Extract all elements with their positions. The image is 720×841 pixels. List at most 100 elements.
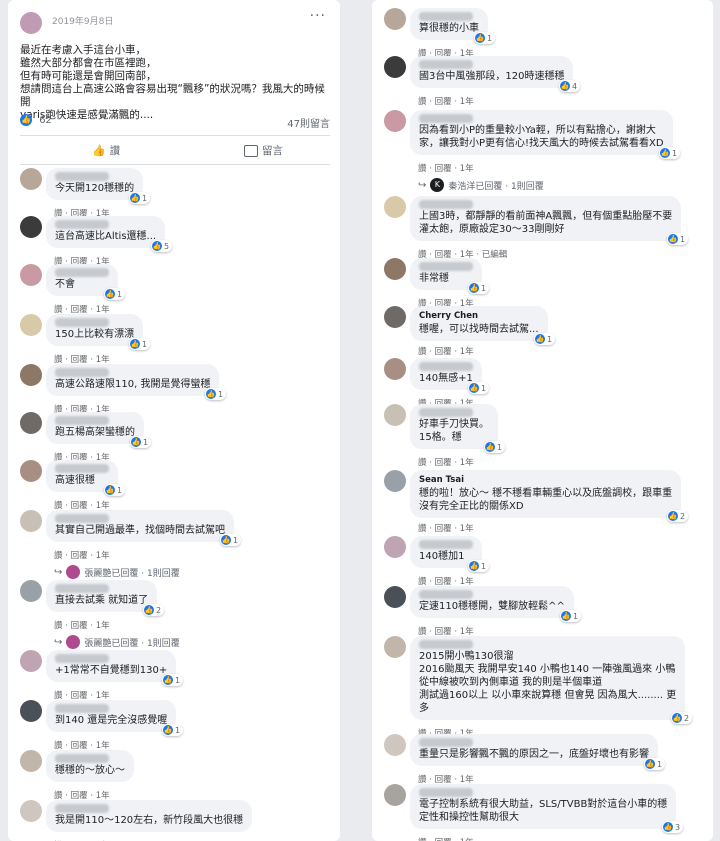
commenter-name[interactable] <box>419 540 473 549</box>
reaction-count-badge[interactable]: 👍 1 <box>468 382 490 394</box>
comment-time[interactable]: 1年 <box>460 458 474 468</box>
more-options-icon[interactable]: ··· <box>310 8 326 24</box>
commenter-avatar[interactable] <box>384 784 406 806</box>
commenter-avatar[interactable] <box>20 580 42 602</box>
commenter-avatar[interactable] <box>20 510 42 532</box>
reaction-count-badge[interactable]: 👍 4 <box>559 80 581 92</box>
commenter-avatar[interactable] <box>20 314 42 336</box>
comment-time[interactable]: 1年 <box>96 621 110 631</box>
commenter-avatar[interactable] <box>384 306 406 328</box>
reaction-count-badge[interactable]: 👍 1 <box>560 610 582 622</box>
reaction-count-badge[interactable]: 👍 1 <box>130 436 152 448</box>
commenter-avatar[interactable] <box>384 358 406 380</box>
reaction-count-badge[interactable]: 👍 1 <box>667 233 689 245</box>
commenter-avatar[interactable] <box>384 470 406 492</box>
comment-reply-link[interactable]: 回覆 <box>435 458 452 468</box>
comment-time[interactable]: 1年 <box>460 97 474 107</box>
commenter-name[interactable] <box>419 12 473 21</box>
commenter-avatar[interactable] <box>20 750 42 772</box>
reaction-count-badge[interactable]: 👍 1 <box>162 724 184 736</box>
comment-button[interactable]: 留言 <box>244 143 283 158</box>
comment-time[interactable]: 1年 <box>460 347 474 357</box>
comment-like-link[interactable]: 讚 <box>418 524 427 534</box>
reaction-count-badge[interactable]: 👍 1 <box>659 147 681 159</box>
comment-reply-link[interactable]: 回覆 <box>435 524 452 534</box>
commenter-name[interactable] <box>419 408 473 417</box>
commenter-avatar[interactable] <box>384 536 406 558</box>
commenter-name[interactable] <box>419 200 473 209</box>
reaction-count-badge[interactable]: 👍 1 <box>104 484 126 496</box>
comment-count[interactable]: 47則留言 <box>287 115 330 130</box>
comment-reply-link[interactable]: 回覆 <box>71 551 88 561</box>
commenter-avatar[interactable] <box>384 404 406 426</box>
commenter-name[interactable] <box>419 788 473 797</box>
view-replies-link[interactable]: ↪ 張麗艷已回覆 · 1則回覆 <box>54 635 180 649</box>
reaction-count-badge[interactable]: 👍 1 <box>644 758 666 770</box>
comment-time[interactable]: 1年 <box>460 164 474 174</box>
reaction-count-badge[interactable]: 👍 2 <box>143 604 165 616</box>
reaction-count-badge[interactable]: 👍 2 <box>667 510 689 522</box>
commenter-avatar[interactable] <box>20 168 42 190</box>
comment-reply-link[interactable]: 回覆 <box>435 347 452 357</box>
view-replies-link[interactable]: ↪ 張麗艷已回覆 · 1則回覆 <box>54 565 180 579</box>
commenter-avatar[interactable] <box>384 636 406 658</box>
reaction-count-badge[interactable]: 👍 1 <box>474 32 496 44</box>
reaction-count-badge[interactable]: 👍 1 <box>162 674 184 686</box>
reaction-count-badge[interactable]: 👍 2 <box>671 712 693 724</box>
comment-reply-link[interactable]: 回覆 <box>435 164 452 174</box>
comment-time[interactable]: 1年 <box>460 524 474 534</box>
commenter-avatar[interactable] <box>384 110 406 132</box>
commenter-name[interactable] <box>55 416 109 425</box>
reaction-count-badge[interactable]: 👍 5 <box>151 240 173 252</box>
commenter-avatar[interactable] <box>20 216 42 238</box>
commenter-name[interactable]: Cherry Chen <box>419 310 539 323</box>
comment-like-link[interactable]: 讚 <box>418 458 427 468</box>
commenter-avatar[interactable] <box>384 196 406 218</box>
reaction-count-badge[interactable]: 👍 1 <box>220 534 242 546</box>
commenter-name[interactable] <box>419 738 473 747</box>
commenter-name[interactable] <box>419 590 473 599</box>
reaction-count-badge[interactable]: 👍 1 <box>484 441 506 453</box>
commenter-avatar[interactable] <box>20 800 42 822</box>
commenter-name[interactable] <box>55 368 109 377</box>
comment-reply-link[interactable]: 回覆 <box>435 97 452 107</box>
commenter-name[interactable]: Sean Tsai <box>419 474 672 487</box>
commenter-name[interactable] <box>55 704 109 713</box>
like-count[interactable]: 62 <box>39 115 52 126</box>
comment-like-link[interactable]: 讚 <box>418 97 427 107</box>
commenter-name[interactable] <box>55 172 109 181</box>
commenter-name[interactable] <box>55 220 109 229</box>
commenter-avatar[interactable] <box>20 460 42 482</box>
comment-like-link[interactable]: 讚 <box>418 347 427 357</box>
commenter-avatar[interactable] <box>384 586 406 608</box>
reaction-count-badge[interactable]: 👍 1 <box>205 388 227 400</box>
commenter-name[interactable] <box>55 268 109 277</box>
comment-like-link[interactable]: 讚 <box>418 164 427 174</box>
reaction-count-badge[interactable]: 👍 1 <box>129 192 151 204</box>
commenter-name[interactable] <box>55 584 109 593</box>
commenter-avatar[interactable] <box>20 364 42 386</box>
commenter-avatar[interactable] <box>384 8 406 30</box>
comment-time[interactable]: 1年 <box>96 551 110 561</box>
reaction-count-badge[interactable]: 👍 1 <box>468 560 490 572</box>
poster-avatar[interactable] <box>20 12 42 34</box>
view-replies-link[interactable]: ↪ K 秦浩洋已回覆 · 1則回覆 <box>418 178 544 192</box>
comment-reply-link[interactable]: 回覆 <box>71 621 88 631</box>
commenter-avatar[interactable] <box>384 258 406 280</box>
like-button[interactable]: 👍 讚 <box>92 143 120 158</box>
commenter-name[interactable] <box>55 754 109 763</box>
commenter-name[interactable] <box>55 464 109 473</box>
reaction-count-badge[interactable]: 👍 3 <box>662 821 684 833</box>
reaction-count-badge[interactable]: 👍 1 <box>468 282 490 294</box>
commenter-avatar[interactable] <box>384 734 406 756</box>
comment-like-link[interactable]: 讚 <box>54 621 63 631</box>
commenter-avatar[interactable] <box>20 700 42 722</box>
post-date[interactable]: 2019年9月8日 <box>52 14 113 27</box>
commenter-name[interactable] <box>419 362 473 371</box>
reaction-count-badge[interactable]: 👍 1 <box>104 288 126 300</box>
commenter-name[interactable] <box>55 654 109 663</box>
commenter-name[interactable] <box>419 640 473 649</box>
reaction-count-badge[interactable]: 👍 1 <box>129 338 151 350</box>
commenter-name[interactable] <box>419 60 473 69</box>
commenter-avatar[interactable] <box>20 650 42 672</box>
